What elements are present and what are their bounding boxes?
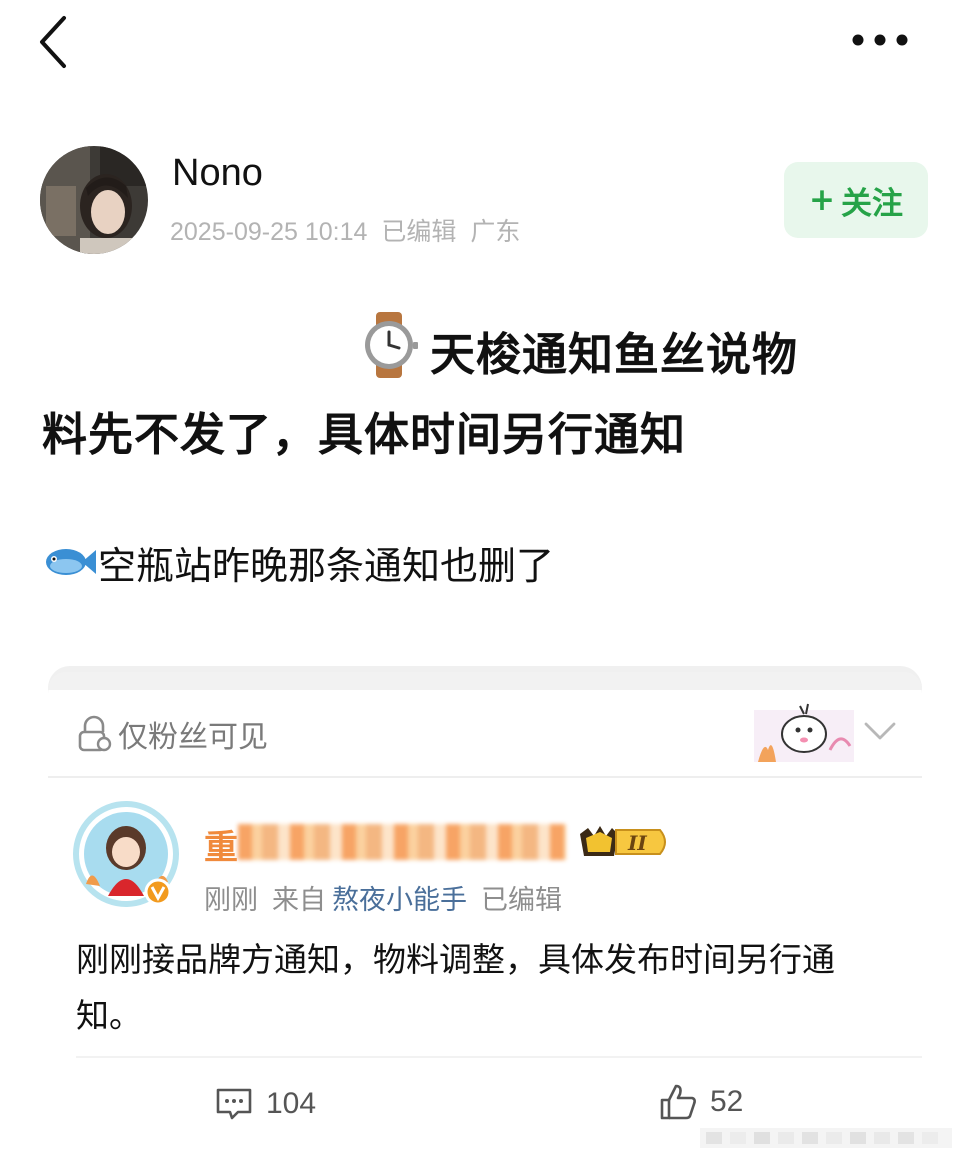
comment-text: 刚刚接品牌方通知，物料调整，具体发布时间另行通知。	[76, 940, 835, 1035]
follow-label: 关注	[840, 185, 903, 222]
follow-button[interactable]: + 关注	[784, 162, 928, 238]
expand-button[interactable]	[860, 716, 900, 746]
watch-emoji	[365, 312, 418, 378]
post-text-line-2: 料先不发了，具体时间另行通知	[42, 408, 687, 461]
from-label: 来自	[272, 885, 326, 916]
card-top-edge	[48, 672, 922, 690]
author-name[interactable]: Nono	[172, 152, 263, 195]
comment-button[interactable]: 104	[214, 1082, 316, 1126]
source-link[interactable]: 熬夜小能手	[332, 885, 467, 916]
name-mosaic	[238, 824, 566, 860]
whale-sticker-icon	[754, 703, 854, 762]
back-button[interactable]	[34, 14, 74, 70]
more-button[interactable]	[850, 28, 910, 52]
lock-people-icon	[78, 715, 112, 752]
comment-meta: 刚刚 来自 熬夜小能手 已编辑	[204, 878, 576, 917]
like-count: 52	[710, 1085, 744, 1118]
more-horizontal-icon	[852, 34, 908, 46]
thumbs-up-icon	[660, 1084, 696, 1120]
post-detail-page: Nono 2025-09-25 10:14 已编辑 广东 + 关注 天梭通知鱼丝说物…	[0, 0, 960, 1158]
post-date: 2025-09-25 10:14	[170, 218, 368, 246]
fish-emoji	[46, 549, 96, 575]
divider	[48, 776, 922, 778]
crown-badge-icon: II	[580, 826, 666, 856]
comment-count: 104	[266, 1087, 317, 1120]
visibility-row: 仅粉丝可见	[76, 712, 268, 756]
watermark-mosaic	[700, 1128, 952, 1148]
level-badge-text: II	[627, 831, 647, 855]
plus-icon: +	[809, 182, 835, 218]
commenter-avatar[interactable]	[70, 796, 182, 914]
comment-edited: 已编辑	[481, 885, 562, 916]
avatar-photo	[40, 146, 148, 254]
chevron-down-icon	[864, 722, 896, 740]
edited-label: 已编辑	[381, 218, 457, 246]
visibility-label: 仅粉丝可见	[118, 720, 268, 755]
location-label: 广东	[470, 218, 521, 246]
commenter-name-visible: 重	[204, 828, 238, 868]
comment-icon	[216, 1088, 252, 1120]
divider	[76, 1056, 922, 1058]
post-meta: 2025-09-25 10:14 已编辑 广东	[170, 212, 534, 248]
comment-time: 刚刚	[204, 885, 258, 916]
post-text-line-1: 天梭通知鱼丝说物	[430, 328, 799, 381]
chevron-left-icon	[40, 16, 66, 68]
like-button[interactable]: 52	[658, 1080, 743, 1124]
post-text-line-3: 空瓶站昨晚那条通知也删了	[98, 544, 555, 588]
author-avatar[interactable]	[40, 146, 148, 254]
commenter-name[interactable]: 重	[204, 820, 566, 868]
